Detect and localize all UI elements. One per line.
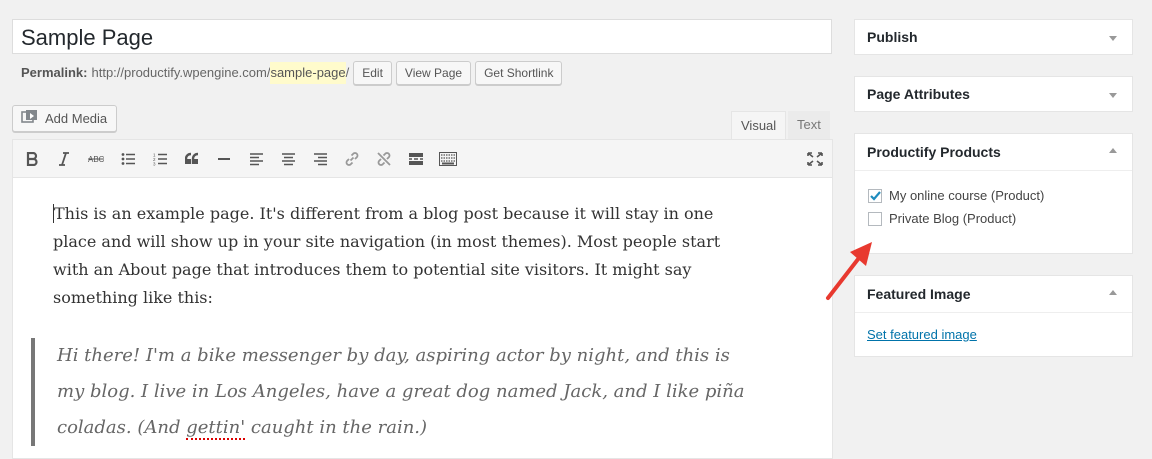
toggle-arrow-icon[interactable] (1109, 148, 1117, 153)
bullet-list-icon[interactable] (117, 148, 139, 170)
featured-image-body: Set featured image (855, 312, 1132, 358)
link-icon[interactable] (341, 148, 363, 170)
blockquote: Hi there! I'm a bike messenger by day, a… (31, 338, 757, 446)
edit-permalink-button[interactable]: Edit (353, 61, 392, 85)
editor: ABC 123 This is an example page. It's di… (12, 139, 833, 459)
align-right-icon[interactable] (309, 148, 331, 170)
featured-image-title: Featured Image (867, 286, 971, 302)
add-media-label: Add Media (45, 111, 108, 126)
paragraph-text: This is an example page. It's different … (53, 204, 721, 307)
numbered-list-icon[interactable]: 123 (149, 148, 171, 170)
align-left-icon[interactable] (245, 148, 267, 170)
editor-content[interactable]: This is an example page. It's different … (53, 200, 733, 312)
media-icon (21, 109, 39, 128)
publish-title: Publish (867, 29, 918, 45)
read-more-icon[interactable] (405, 148, 427, 170)
product-option-online-course[interactable]: My online course (Product) (855, 184, 1132, 207)
tab-text[interactable]: Text (788, 111, 830, 140)
editor-toolbar: ABC 123 (13, 140, 832, 178)
publish-box: Publish (854, 19, 1133, 55)
permalink-label: Permalink: (21, 65, 88, 80)
publish-header[interactable]: Publish (855, 20, 1132, 54)
content-paragraph: This is an example page. It's different … (53, 200, 733, 312)
page-attributes-title: Page Attributes (867, 86, 970, 102)
productify-products-title: Productify Products (867, 144, 1001, 160)
misspelled-word[interactable]: gettin' (186, 417, 246, 440)
checkbox-checked[interactable] (868, 188, 882, 203)
italic-icon[interactable] (53, 148, 75, 170)
blockquote-icon[interactable] (181, 148, 203, 170)
tab-visual[interactable]: Visual (731, 111, 787, 140)
page-attributes-header[interactable]: Page Attributes (855, 77, 1132, 111)
product-option-label: My online course (Product) (889, 188, 1045, 203)
fullscreen-icon[interactable] (804, 148, 826, 170)
featured-image-box: Featured Image Set featured image (854, 275, 1133, 357)
permalink-trailing: / (345, 65, 350, 80)
strikethrough-icon[interactable]: ABC (85, 148, 107, 170)
toggle-arrow-icon[interactable] (1109, 290, 1117, 295)
annotation-arrow-icon (826, 242, 872, 300)
bold-icon[interactable] (21, 148, 43, 170)
get-shortlink-button[interactable]: Get Shortlink (475, 61, 563, 85)
permalink-base: http://productify.wpengine.com/ (91, 65, 271, 80)
checkbox-unchecked[interactable] (868, 211, 882, 226)
productify-products-body: My online course (Product) Private Blog … (855, 170, 1132, 230)
set-featured-image-link[interactable]: Set featured image (867, 327, 977, 342)
toggle-arrow-icon[interactable] (1109, 36, 1117, 41)
add-media-button[interactable]: Add Media (12, 105, 118, 132)
product-option-label: Private Blog (Product) (889, 211, 1017, 226)
title-input[interactable]: Sample Page (12, 19, 832, 54)
view-page-button[interactable]: View Page (395, 61, 472, 85)
product-option-private-blog[interactable]: Private Blog (Product) (855, 207, 1132, 230)
featured-image-header[interactable]: Featured Image (855, 276, 1132, 312)
quote-text-2: caught in the rain.) (245, 417, 428, 438)
permalink-slug[interactable]: sample-page (270, 62, 346, 84)
toolbar-toggle-icon[interactable] (437, 148, 459, 170)
toggle-arrow-icon[interactable] (1109, 93, 1117, 98)
productify-products-box: Productify Products My online course (Pr… (854, 133, 1133, 254)
unlink-icon[interactable] (373, 148, 395, 170)
align-center-icon[interactable] (277, 148, 299, 170)
page-attributes-box: Page Attributes (854, 76, 1133, 112)
productify-products-header[interactable]: Productify Products (855, 134, 1132, 170)
permalink-row: Permalink: http://productify.wpengine.co… (21, 61, 563, 85)
horizontal-line-icon[interactable] (213, 148, 235, 170)
svg-text:3: 3 (153, 162, 156, 167)
